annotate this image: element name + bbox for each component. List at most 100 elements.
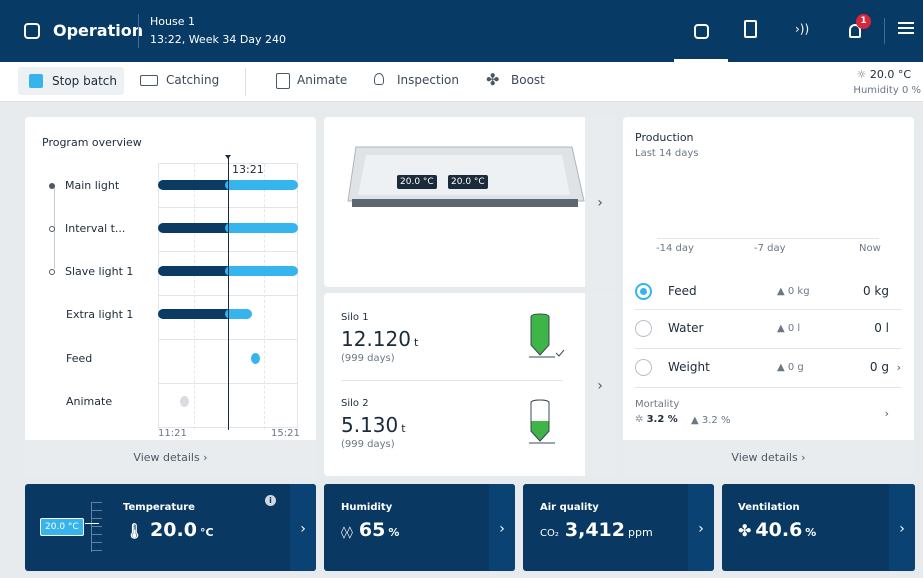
main-light-past-bar xyxy=(158,180,234,190)
divider xyxy=(341,380,563,381)
timeline-start-label: 11:21 xyxy=(158,428,187,439)
page-title: Operation xyxy=(53,21,144,40)
humidity-detail-button[interactable]: › xyxy=(489,484,515,571)
row-label[interactable]: Slave light 1 xyxy=(49,265,159,278)
outside-temperature: ☼ 20.0 °C xyxy=(856,68,911,81)
stop-icon xyxy=(29,74,43,88)
animate-button[interactable]: Animate xyxy=(276,72,356,92)
notification-badge: 1 xyxy=(856,14,871,29)
humidity-tile[interactable]: Humidity ◊◊ 65% › xyxy=(324,484,515,571)
x-axis-label: Now xyxy=(859,243,881,254)
fan-icon: ✤ xyxy=(486,70,500,89)
catching-label: Catching xyxy=(166,73,220,87)
menu-button[interactable] xyxy=(898,22,914,38)
row-label: Feed xyxy=(668,284,697,298)
production-row-water[interactable]: Water ▲ 0 l 0 l xyxy=(635,311,901,349)
home-icon xyxy=(694,24,709,39)
row-label[interactable]: Interval t... xyxy=(49,222,159,235)
extra-light-future-bar xyxy=(225,309,252,319)
view-details-button[interactable]: View details › xyxy=(623,440,914,476)
production-title: Production xyxy=(635,131,694,144)
ventilation-detail-button[interactable]: › xyxy=(889,484,915,571)
thermometer-scale xyxy=(91,502,109,552)
catching-button[interactable]: Catching xyxy=(140,72,230,92)
co2-icon: CO₂ xyxy=(540,528,559,539)
divider xyxy=(884,18,885,44)
inspection-button[interactable]: Inspection xyxy=(372,72,472,92)
home-icon xyxy=(24,23,40,39)
row-label[interactable]: Main light xyxy=(49,179,159,192)
boost-button[interactable]: ✤ Boost xyxy=(486,70,556,92)
program-overview-card: Program overview Main light Interval t..… xyxy=(25,117,316,476)
feed-event-dot xyxy=(251,353,260,364)
radio-selected[interactable] xyxy=(635,283,652,300)
production-row-weight[interactable]: Weight ▲ 0 g 0 g › xyxy=(635,350,901,388)
production-subtitle: Last 14 days xyxy=(635,148,699,159)
now-line xyxy=(228,157,229,430)
row-delta: ▲ 0 g xyxy=(777,362,804,373)
stop-batch-button[interactable]: Stop batch xyxy=(18,67,124,95)
nav-operation[interactable] xyxy=(674,0,728,62)
air-quality-tile[interactable]: Air quality CO₂ 3,412 ppm › xyxy=(523,484,714,571)
timeline-end-label: 15:21 xyxy=(271,428,300,439)
chevron-right-icon: › xyxy=(499,521,505,537)
silos-detail-button[interactable]: › xyxy=(585,293,615,476)
row-value: 0 kg xyxy=(862,284,889,298)
chart-axis xyxy=(657,238,879,239)
stop-batch-label: Stop batch xyxy=(52,74,117,88)
tile-value: CO₂ 3,412 ppm xyxy=(540,519,653,541)
slave-light-past-bar xyxy=(158,266,234,276)
silo-2-days: (999 days) xyxy=(341,439,395,450)
animate-icon xyxy=(276,73,290,89)
truck-icon xyxy=(140,75,158,86)
row-value: 0 l xyxy=(874,321,889,335)
mortality-row[interactable]: Mortality ✲ 3.2 % ▲ 3.2 % › xyxy=(635,396,901,432)
row-label[interactable]: Feed xyxy=(66,352,92,365)
silo-2-name: Silo 2 xyxy=(341,398,369,409)
temperature-detail-button[interactable]: › xyxy=(290,484,316,571)
tile-value: ◊◊ 65% xyxy=(341,519,400,541)
interval-past-bar xyxy=(158,223,234,233)
row-label[interactable]: Extra light 1 xyxy=(66,308,133,321)
nav-report[interactable] xyxy=(742,20,760,40)
air-quality-detail-button[interactable]: › xyxy=(688,484,714,571)
silo-1-days: (999 days) xyxy=(341,353,395,364)
top-bar: Operation House 1 13:22, Week 34 Day 240… xyxy=(0,0,923,62)
silo-1-name: Silo 1 xyxy=(341,312,369,323)
production-card: Production Last 14 days -14 day -7 day N… xyxy=(623,117,914,476)
row-label[interactable]: Animate xyxy=(66,395,112,408)
house-overview-card[interactable]: 20.0 °C 20.0 °C › xyxy=(324,117,615,287)
chevron-right-icon: › xyxy=(597,378,603,394)
mortality-delta: ▲ 3.2 % xyxy=(691,415,731,426)
temperature-tile[interactable]: 20.0 °C Temperature i 🌡 20.0 °C › xyxy=(25,484,316,571)
tile-label: Air quality xyxy=(540,502,599,513)
mortality-value: ✲ 3.2 % xyxy=(635,414,678,425)
temp-sensor-1: 20.0 °C xyxy=(397,175,437,189)
menu-icon xyxy=(898,22,914,34)
x-axis-label: -14 day xyxy=(656,243,694,254)
mortality-label: Mortality xyxy=(635,399,680,410)
bulb-icon xyxy=(374,73,384,85)
radio[interactable] xyxy=(635,320,652,337)
view-details-button[interactable]: View details › xyxy=(25,440,316,476)
nav-connectivity[interactable]: ›)) xyxy=(795,22,809,36)
tile-label: Humidity xyxy=(341,502,393,513)
info-icon[interactable]: i xyxy=(265,495,276,506)
program-title: Program overview xyxy=(42,136,142,149)
silo-2-icon xyxy=(529,399,559,445)
chevron-right-icon: › xyxy=(896,361,901,374)
tile-value: ✤ 40.6% xyxy=(738,519,817,541)
ventilation-tile[interactable]: Ventilation ✤ 40.6% › xyxy=(722,484,915,571)
silo-2-value: 5.130 t xyxy=(341,413,406,437)
row-delta: ▲ 0 l xyxy=(777,323,801,334)
silos-card[interactable]: Silo 1 12.120 t (999 days) Silo 2 5.130 t … xyxy=(324,293,615,476)
radio[interactable] xyxy=(635,359,652,376)
silo-1-value: 12.120 t xyxy=(341,327,419,351)
production-row-feed[interactable]: Feed ▲ 0 kg 0 kg xyxy=(635,274,901,310)
fan-icon: ✤ xyxy=(738,521,752,540)
notifications-button[interactable]: 1 xyxy=(846,14,871,42)
house-detail-button[interactable]: › xyxy=(585,117,615,287)
row-delta: ▲ 0 kg xyxy=(777,286,810,297)
animate-label: Animate xyxy=(297,73,348,87)
signal-icon: ›)) xyxy=(795,22,810,36)
